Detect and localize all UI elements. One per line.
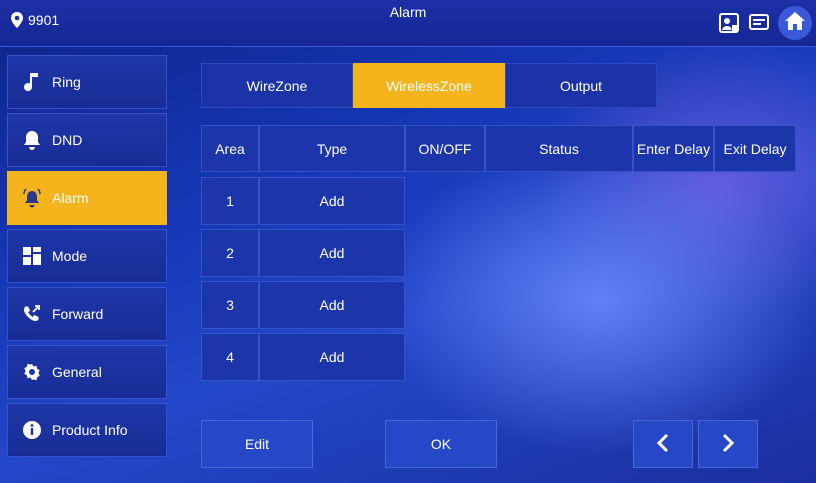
home-icon xyxy=(784,11,806,36)
tab-wirezone[interactable]: WireZone xyxy=(201,63,353,108)
column-header-exit-delay: Exit Delay xyxy=(714,125,796,172)
sidebar-item-label: Forward xyxy=(52,306,104,322)
contacts-icon[interactable] xyxy=(718,12,740,34)
bell-off-icon xyxy=(22,130,42,150)
area-cell: 2 xyxy=(201,229,259,277)
zone-table: 1 Add 2 Add 3 Add 4 Add xyxy=(201,177,405,385)
sidebar-item-label: Product Info xyxy=(52,422,128,438)
table-header: Area Type ON/OFF Status Enter Delay Exit… xyxy=(201,125,796,172)
table-row: 3 Add xyxy=(201,281,405,329)
sidebar-item-forward[interactable]: Forward xyxy=(7,287,167,341)
sidebar-item-alarm[interactable]: Alarm xyxy=(7,171,167,225)
screen: 9901 Alarm Ring DND Alarm Mode Forward G… xyxy=(0,0,816,483)
zone-tabs: WireZone WirelessZone Output xyxy=(201,63,657,108)
sidebar-item-label: Alarm xyxy=(52,190,89,206)
home-button[interactable] xyxy=(778,6,812,40)
ok-button[interactable]: OK xyxy=(385,420,497,468)
tab-output[interactable]: Output xyxy=(505,63,657,108)
next-page-button[interactable] xyxy=(698,420,758,468)
area-cell: 3 xyxy=(201,281,259,329)
add-zone-button[interactable]: Add xyxy=(259,177,405,225)
page-title: Alarm xyxy=(389,4,427,20)
sidebar-item-label: Ring xyxy=(52,74,81,90)
column-header-status: Status xyxy=(485,125,633,172)
table-row: 1 Add xyxy=(201,177,405,225)
music-note-icon xyxy=(22,72,42,92)
sidebar-item-label: General xyxy=(52,364,102,380)
tab-wirelesszone[interactable]: WirelessZone xyxy=(353,63,505,108)
sidebar-item-label: DND xyxy=(52,132,83,148)
column-header-type: Type xyxy=(259,125,405,172)
top-bar: 9901 Alarm xyxy=(0,0,816,47)
table-row: 2 Add xyxy=(201,229,405,277)
chevron-right-icon xyxy=(721,433,735,456)
sidebar-item-ring[interactable]: Ring xyxy=(7,55,167,109)
area-cell: 1 xyxy=(201,177,259,225)
add-zone-button[interactable]: Add xyxy=(259,333,405,381)
sidebar-item-general[interactable]: General xyxy=(7,345,167,399)
table-row: 4 Add xyxy=(201,333,405,381)
info-icon xyxy=(22,420,42,440)
area-cell: 4 xyxy=(201,333,259,381)
column-header-enter-delay: Enter Delay xyxy=(633,125,714,172)
grid-icon xyxy=(22,246,42,266)
sidebar-item-dnd[interactable]: DND xyxy=(7,113,167,167)
add-zone-button[interactable]: Add xyxy=(259,229,405,277)
column-header-on-off: ON/OFF xyxy=(405,125,485,172)
message-icon[interactable] xyxy=(748,12,770,34)
add-zone-button[interactable]: Add xyxy=(259,281,405,329)
column-header-area: Area xyxy=(201,125,259,172)
sidebar-item-mode[interactable]: Mode xyxy=(7,229,167,283)
sidebar-item-product-info[interactable]: Product Info xyxy=(7,403,167,457)
call-forward-icon xyxy=(22,304,42,324)
chevron-left-icon xyxy=(656,433,670,456)
sidebar: Ring DND Alarm Mode Forward General Prod… xyxy=(7,55,167,461)
top-icons xyxy=(718,6,812,40)
edit-button[interactable]: Edit xyxy=(201,420,313,468)
sidebar-item-label: Mode xyxy=(52,248,88,264)
previous-page-button[interactable] xyxy=(633,420,693,468)
gear-icon xyxy=(22,362,42,382)
alarm-bell-icon xyxy=(22,188,42,208)
